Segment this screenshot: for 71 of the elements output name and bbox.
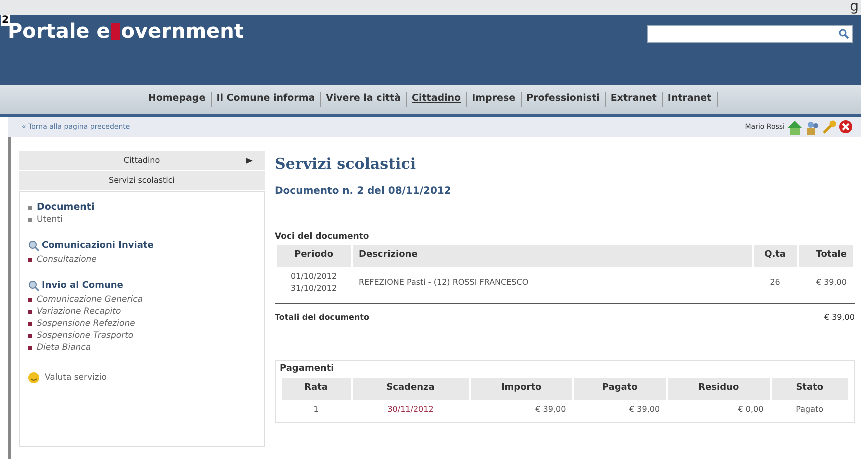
menu-link[interactable]: Documenti [37,202,95,214]
menu-link[interactable]: Dieta Bianca [37,342,92,354]
group-title: Invio al Comune [42,280,124,294]
table-caption: Voci del documento [275,230,370,244]
bullet-icon [28,298,32,302]
column-header: Residuo [668,378,770,400]
column-header: Scadenza [352,378,469,400]
magnifier-icon [28,240,40,254]
rate-link[interactable]: Valuta servizio [45,372,107,384]
logout-icon[interactable] [839,120,853,134]
nav-link-item[interactable]: Extranet [606,92,663,107]
table-cell-text: REFEZIONE Pasti - (12) ROSSI FRANCESCO [358,276,530,289]
bullet-icon [28,206,32,210]
table-cell-text: 26 [769,276,782,289]
nav-link-item[interactable]: Imprese [467,92,522,107]
menu-link[interactable]: Sospensione Trasporto [37,330,134,342]
table-cell-text: € 39,00 [628,404,662,416]
table-cell-text: € 39,00 [534,404,568,416]
magnifier-icon [28,280,40,294]
menu-link[interactable]: Variazione Recapito [37,306,122,318]
period-date: 31/10/2012 [290,282,338,295]
nav-link-item[interactable]: Cittadino [407,92,468,107]
portal-title: Portale e [8,19,110,44]
group-title: Comunicazioni Inviate [42,240,154,254]
bullet-icon [28,258,32,262]
period-date: 01/10/2012 [290,270,338,283]
bullet-icon [28,310,32,314]
table-caption: Pagamenti [280,362,336,376]
column-header: Importo [470,378,572,400]
users-icon[interactable] [806,120,820,134]
column-header: Totale [798,245,853,267]
logo-mark-icon [111,22,120,40]
menu-link[interactable]: Utenti [37,214,63,226]
search-icon [839,29,849,39]
nav-link-item[interactable]: Intranet [662,92,718,107]
smiley-icon [28,372,40,384]
page-badge: 2 [1,15,10,26]
bullet-icon [28,218,32,222]
table-cell-text: 30/11/2012 [386,404,435,416]
totals-value: € 39,00 [824,312,855,324]
menu-link[interactable]: Consultazione [37,254,97,266]
totals-label: Totali del documento [275,312,370,324]
corner-text: g [850,0,859,15]
nav-link-item[interactable]: Homepage [143,92,212,107]
bullet-icon [28,346,32,350]
column-header: Pagato [574,378,666,400]
nav-link-item[interactable]: Vivere la città [321,92,408,107]
search-field[interactable] [647,25,853,43]
column-header: Stato [772,378,848,400]
subsection-header: Servizi scolastici [19,171,265,191]
column-header: Periodo [277,245,351,267]
arrow-icon [246,158,253,164]
nav-link-item[interactable]: Professionisti [522,92,606,107]
menu-link[interactable]: Sospensione Refezione [37,318,136,330]
document-title: Documento n. 2 del 08/11/2012 [275,184,452,198]
column-header: Descrizione [353,245,752,267]
portal-title: overnment [121,18,244,44]
table-cell-text: € 0,00 [737,404,765,416]
nav-link-item[interactable]: Il Comune informa [212,92,322,107]
column-header: Rata [282,378,351,400]
bullet-icon [28,334,32,338]
table-cell-text: € 39,00 [815,276,848,289]
home-icon[interactable] [787,120,804,134]
section-title: Cittadino [124,154,160,166]
bullet-icon [28,322,32,326]
menu-link[interactable]: Comunicazione Generica [37,294,143,306]
table-cell-text: Pagato [795,404,825,416]
table-cell-text: 1 [312,404,320,416]
section-header[interactable]: Cittadino [19,151,265,171]
column-header: Q.ta [754,245,797,267]
page-title: Servizi scolastici [275,154,418,175]
